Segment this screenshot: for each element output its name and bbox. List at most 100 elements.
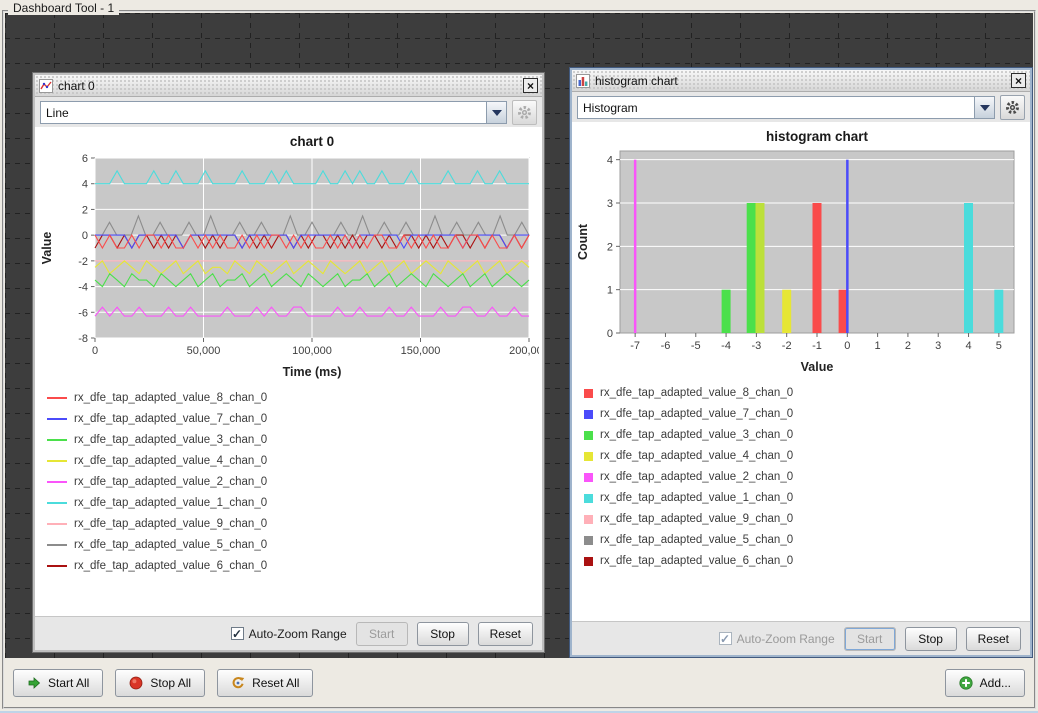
checkbox-check-icon: ✓ (231, 627, 244, 640)
reset-all-label: Reset All (252, 676, 299, 690)
checkbox-check-icon: ✓ (719, 632, 732, 645)
add-icon (959, 676, 973, 690)
histogram-title: histogram chart (595, 74, 678, 88)
legend-item: rx_dfe_tap_adapted_value_3_chan_0 (47, 434, 528, 446)
stop-all-button[interactable]: Stop All (115, 669, 205, 697)
chart-type-select[interactable]: Line (40, 101, 507, 124)
legend-item: rx_dfe_tap_adapted_value_7_chan_0 (47, 413, 528, 425)
histogram-panel: 01234-7-6-5-4-3-2-1012345histogram chart… (572, 122, 1030, 621)
svg-text:-6: -6 (661, 340, 671, 352)
svg-text:-4: -4 (721, 340, 731, 352)
histogram-legend: rx_dfe_tap_adapted_value_8_chan_0 rx_dfe_… (574, 377, 1028, 621)
stop-all-label: Stop All (150, 676, 191, 690)
window-title: Dashboard Tool - 1 (8, 1, 119, 15)
legend-item: rx_dfe_tap_adapted_value_8_chan_0 (47, 392, 528, 404)
gear-icon (517, 105, 532, 120)
legend-swatch (47, 418, 67, 420)
close-icon[interactable]: × (523, 78, 538, 93)
app-window: Dashboard Tool - 1 chart 0 × Line (0, 0, 1038, 713)
add-button[interactable]: Add... (945, 669, 1025, 697)
legend-swatch (584, 452, 593, 461)
svg-text:histogram chart: histogram chart (766, 129, 869, 144)
chevron-down-icon[interactable] (974, 97, 994, 118)
svg-text:-3: -3 (751, 340, 761, 352)
histogram-bar (994, 290, 1003, 333)
svg-text:1: 1 (875, 340, 881, 352)
svg-text:-2: -2 (78, 256, 88, 268)
legend-label: rx_dfe_tap_adapted_value_6_chan_0 (74, 560, 267, 572)
auto-zoom-checkbox: ✓ Auto-Zoom Range (719, 632, 835, 646)
svg-text:-1: -1 (812, 340, 822, 352)
svg-text:-5: -5 (691, 340, 701, 352)
histogram-bar (782, 290, 791, 333)
chart0-controls: ✓ Auto-Zoom Range Start Stop Reset (35, 616, 542, 650)
legend-item: rx_dfe_tap_adapted_value_6_chan_0 (47, 560, 528, 572)
legend-swatch (584, 515, 593, 524)
legend-label: rx_dfe_tap_adapted_value_5_chan_0 (74, 539, 267, 551)
histogram-chart-icon (576, 74, 590, 88)
start-all-icon (27, 676, 41, 690)
chart-type-select[interactable]: Histogram (577, 96, 995, 119)
reset-button[interactable]: Reset (478, 622, 533, 646)
legend-item: rx_dfe_tap_adapted_value_8_chan_0 (584, 387, 1016, 399)
legend-item: rx_dfe_tap_adapted_value_2_chan_0 (584, 471, 1016, 483)
svg-text:5: 5 (996, 340, 1002, 352)
svg-text:-4: -4 (78, 282, 88, 294)
svg-text:-7: -7 (630, 340, 640, 352)
legend-swatch (47, 397, 67, 399)
legend-label: rx_dfe_tap_adapted_value_6_chan_0 (600, 555, 793, 567)
legend-swatch (584, 410, 593, 419)
chart0-toolbar: Line (35, 97, 542, 127)
svg-text:4: 4 (607, 155, 613, 167)
histogram-settings-button[interactable] (1000, 95, 1025, 120)
histogram-bar (634, 160, 637, 333)
legend-swatch (47, 544, 67, 546)
start-all-label: Start All (48, 676, 89, 690)
stop-button[interactable]: Stop (905, 627, 957, 651)
legend-label: rx_dfe_tap_adapted_value_7_chan_0 (600, 408, 793, 420)
svg-text:3: 3 (935, 340, 941, 352)
svg-text:Count: Count (576, 223, 590, 260)
legend-item: rx_dfe_tap_adapted_value_3_chan_0 (584, 429, 1016, 441)
legend-swatch (47, 502, 67, 504)
legend-item: rx_dfe_tap_adapted_value_6_chan_0 (584, 555, 1016, 567)
legend-swatch (584, 389, 593, 398)
legend-item: rx_dfe_tap_adapted_value_4_chan_0 (584, 450, 1016, 462)
legend-item: rx_dfe_tap_adapted_value_5_chan_0 (584, 534, 1016, 546)
stop-button[interactable]: Stop (417, 622, 469, 646)
start-all-button[interactable]: Start All (13, 669, 103, 697)
svg-text:100,000: 100,000 (292, 345, 332, 357)
reset-all-icon (231, 676, 245, 690)
app-bottom-bar: Start All Stop All Reset All Add... (5, 661, 1033, 705)
svg-text:0: 0 (607, 328, 613, 340)
legend-label: rx_dfe_tap_adapted_value_3_chan_0 (74, 434, 267, 446)
svg-text:-6: -6 (78, 307, 88, 319)
svg-text:0: 0 (92, 345, 98, 357)
legend-item: rx_dfe_tap_adapted_value_4_chan_0 (47, 455, 528, 467)
legend-swatch (584, 557, 593, 566)
legend-item: rx_dfe_tap_adapted_value_2_chan_0 (47, 476, 528, 488)
legend-item: rx_dfe_tap_adapted_value_1_chan_0 (47, 497, 528, 509)
legend-label: rx_dfe_tap_adapted_value_9_chan_0 (74, 518, 267, 530)
legend-swatch (584, 431, 593, 440)
svg-text:Time (ms): Time (ms) (283, 365, 342, 379)
histogram-frame: histogram chart × Histogram 01234-7-6-5-… (570, 68, 1032, 657)
legend-item: rx_dfe_tap_adapted_value_7_chan_0 (584, 408, 1016, 420)
reset-button[interactable]: Reset (966, 627, 1021, 651)
svg-text:Value: Value (801, 360, 834, 374)
chart-type-value: Line (41, 102, 486, 123)
close-icon[interactable]: × (1011, 73, 1026, 88)
legend-label: rx_dfe_tap_adapted_value_4_chan_0 (74, 455, 267, 467)
histogram-titlebar[interactable]: histogram chart × (572, 70, 1030, 92)
reset-all-button[interactable]: Reset All (217, 669, 313, 697)
chevron-down-icon[interactable] (486, 102, 506, 123)
svg-text:3: 3 (607, 198, 613, 210)
auto-zoom-checkbox[interactable]: ✓ Auto-Zoom Range (231, 627, 347, 641)
legend-label: rx_dfe_tap_adapted_value_1_chan_0 (600, 492, 793, 504)
histogram-bar (722, 290, 731, 333)
legend-label: rx_dfe_tap_adapted_value_7_chan_0 (74, 413, 267, 425)
legend-item: rx_dfe_tap_adapted_value_9_chan_0 (47, 518, 528, 530)
chart0-titlebar[interactable]: chart 0 × (35, 75, 542, 97)
legend-swatch (584, 536, 593, 545)
svg-text:200,000: 200,000 (509, 345, 539, 357)
